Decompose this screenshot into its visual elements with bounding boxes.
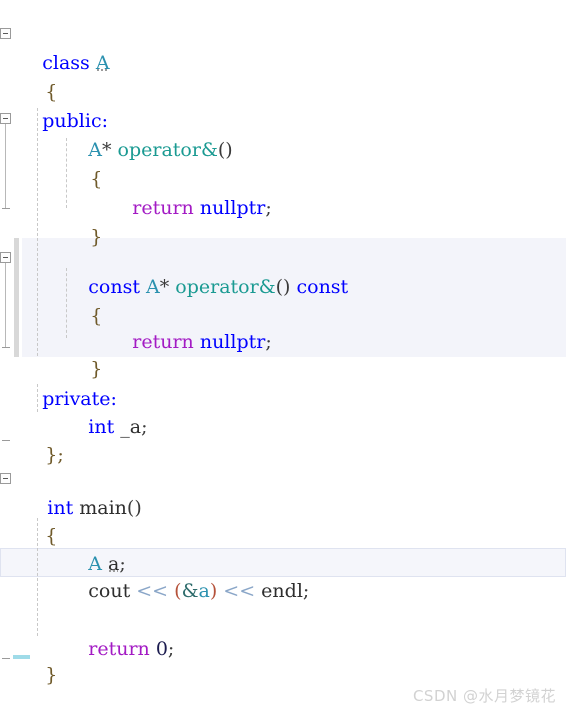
code-line[interactable]: }; <box>0 412 566 466</box>
code-line[interactable]: return 0; <box>0 606 566 660</box>
code-line[interactable]: } <box>0 326 566 380</box>
code-line[interactable]: const A* operator&() const <box>0 244 566 298</box>
code-line[interactable]: private: <box>0 356 566 410</box>
code-line[interactable]: public: <box>0 78 566 132</box>
code-line[interactable]: A a; <box>0 521 566 575</box>
code-line[interactable]: int main() <box>0 465 566 519</box>
code-line-current[interactable]: cout << (&a) << endl; <box>0 548 566 602</box>
brace-close: } <box>45 664 58 686</box>
code-line[interactable]: { <box>0 49 566 103</box>
code-editor-surface[interactable]: class A { public: A* operator&() { retur… <box>0 0 566 714</box>
code-line[interactable]: class A <box>0 20 566 74</box>
code-line[interactable]: } <box>0 194 566 248</box>
code-line[interactable]: return nullptr; <box>0 165 566 219</box>
code-line[interactable]: A* operator&() <box>0 107 566 161</box>
code-line-blank[interactable] <box>0 578 566 607</box>
code-line[interactable]: } <box>0 632 566 686</box>
code-line[interactable]: { <box>0 273 566 327</box>
code-line[interactable]: { <box>0 493 566 547</box>
code-line[interactable]: return nullptr; <box>0 299 566 353</box>
csdn-watermark: CSDN @水月梦镜花 <box>412 687 556 705</box>
code-line[interactable]: { <box>0 136 566 190</box>
code-line[interactable]: int _a; <box>0 384 566 438</box>
